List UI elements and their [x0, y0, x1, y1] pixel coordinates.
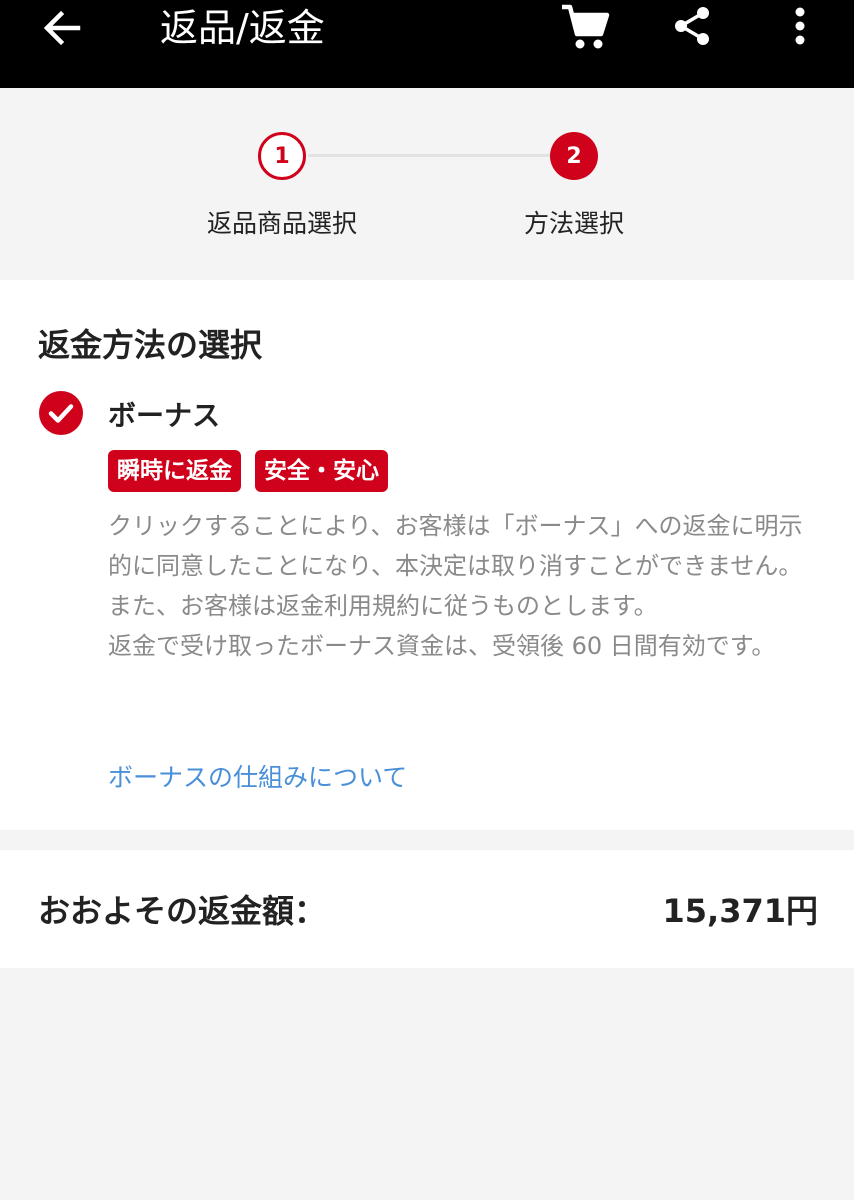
- progress-stepper: 1 2 返品商品選択 方法選択: [0, 88, 854, 280]
- badge-group: 瞬時に返金 安全・安心: [108, 450, 388, 492]
- badge-instant-refund: 瞬時に返金: [108, 450, 241, 492]
- share-icon[interactable]: [670, 4, 714, 48]
- option-description: クリックすることにより、お客様は「ボーナス」への返金に明示的に同意したことになり…: [108, 506, 812, 666]
- refund-method-card: 返金方法の選択 ボーナス 瞬時に返金 安全・安心 クリックすることにより、お客様…: [0, 280, 854, 830]
- refund-amount-value: 15,371円: [662, 892, 819, 930]
- refund-amount-label: おおよその返金額：: [38, 892, 327, 930]
- refund-summary: おおよその返金額： 15,371円: [0, 850, 854, 968]
- stepper-connector: [308, 154, 550, 157]
- step-2-label: 方法選択: [523, 209, 625, 238]
- arrow-left-icon[interactable]: [40, 6, 84, 50]
- description-terms: クリックすることにより、お客様は「ボーナス」への返金に明示的に同意したことになり…: [108, 512, 803, 620]
- top-app-bar: 返品/返金: [0, 0, 854, 88]
- section-heading: 返金方法の選択: [38, 326, 263, 364]
- bonus-info-link[interactable]: ボーナスの仕組みについて: [108, 758, 407, 794]
- description-validity: 返金で受け取ったボーナス資金は、受領後 60 日間有効です。: [108, 632, 776, 660]
- option-bonus-label[interactable]: ボーナス: [108, 394, 220, 434]
- cart-icon[interactable]: [560, 2, 610, 52]
- more-vertical-icon[interactable]: [780, 4, 820, 48]
- step-2-indicator: 2: [550, 132, 598, 180]
- step-1-label[interactable]: 返品商品選択: [207, 204, 357, 240]
- badge-safe: 安全・安心: [255, 450, 388, 492]
- page-title: 返品/返金: [160, 6, 325, 50]
- check-circle-icon[interactable]: [38, 390, 84, 436]
- step-1-indicator[interactable]: 1: [258, 132, 306, 180]
